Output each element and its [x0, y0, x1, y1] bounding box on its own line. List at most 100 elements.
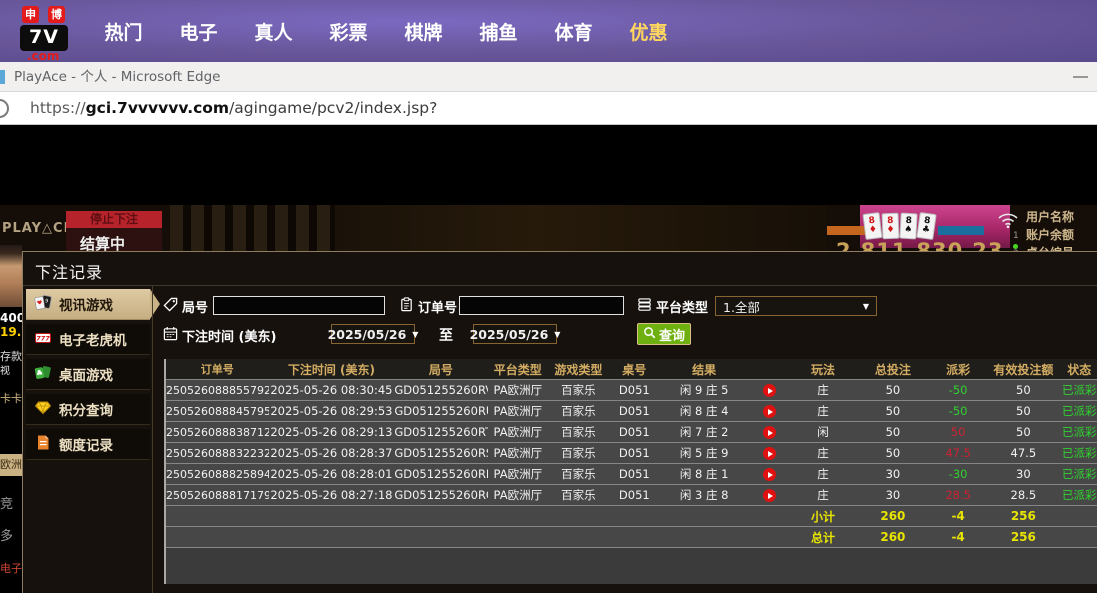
cell-valid_bet: 30	[986, 467, 1061, 481]
platform-type-label: 平台类型	[637, 297, 708, 316]
date-to-select[interactable]: 2025/05/26▼	[473, 324, 557, 344]
cell-game: 百家乐	[548, 466, 609, 482]
address-bar[interactable]: https://gci.7vvvvvv.com/agingame/pcv2/in…	[0, 92, 1097, 125]
cell-table: D051	[609, 446, 660, 460]
window-title: PlayAce - 个人 - Microsoft Edge	[14, 62, 221, 92]
calendar-icon	[163, 326, 178, 345]
bet-records-modal: 下注记录 9视讯游戏777电子老虎机桌面游戏积分查询额度记录 局号 订单号 平台…	[22, 251, 1097, 593]
replay-button[interactable]	[763, 384, 776, 397]
cell-total_bet: 260	[856, 509, 931, 523]
sidebar-item-1[interactable]: 9视讯游戏	[26, 289, 150, 320]
logo-7v: 7V	[20, 25, 68, 51]
logo-badge-shen: 申	[22, 6, 39, 23]
fragment-text-1: 竞	[0, 493, 13, 512]
search-button[interactable]: 查询	[637, 323, 691, 345]
replay-button[interactable]	[763, 468, 776, 481]
replay-button[interactable]	[763, 426, 776, 439]
cell-status: 已派彩	[1061, 403, 1097, 419]
tab-favicon	[0, 70, 5, 84]
round-number-label: 局号	[163, 297, 208, 316]
bet-time-label: 下注时间 (美东)	[163, 326, 276, 345]
chevron-down-icon: ▼	[554, 330, 560, 339]
nav-item-6[interactable]: 捕鱼	[461, 18, 536, 45]
cell-table: D051	[609, 467, 660, 481]
fragment-hall-1: 卡卡	[0, 390, 22, 406]
avatar	[0, 245, 22, 307]
cell-payout: -50	[930, 383, 986, 397]
orange-meter-bar	[827, 226, 869, 235]
sidebar-item-4[interactable]: 积分查询	[26, 394, 150, 425]
cell-payout: -50	[930, 404, 986, 418]
site-logo[interactable]: 申 博 7V .com	[20, 6, 80, 61]
sidebar-item-label: 电子老虎机	[59, 329, 127, 349]
round-number-input[interactable]	[213, 296, 385, 315]
nav-item-2[interactable]: 电子	[161, 18, 236, 45]
column-header: 局号	[394, 361, 487, 378]
cell-total_bet: 50	[856, 404, 931, 418]
cell-result: 闲 8 庄 4	[660, 403, 749, 419]
column-header: 结果	[660, 361, 749, 378]
title-divider	[23, 285, 1097, 286]
cell-bet_type: 庄	[790, 403, 855, 419]
column-header: 状态	[1061, 361, 1097, 378]
cell-game: 百家乐	[548, 382, 609, 398]
cards-icon: 9	[34, 294, 52, 315]
table-header-row: 订单号下注时间 (美东)局号平台类型游戏类型桌号结果玩法总投注派彩有效投注额状态	[166, 359, 1097, 380]
nav-item-4[interactable]: 彩票	[311, 18, 386, 45]
minimize-button[interactable]	[1073, 76, 1088, 78]
info-username: 用户名称	[1026, 208, 1074, 226]
gem-icon	[34, 399, 52, 420]
sidebar-item-label: 桌面游戏	[59, 364, 113, 384]
table-row: 2505260888322322025-05-26 08:28:37GD0512…	[166, 443, 1097, 464]
cell-round: GD051255260RT	[394, 425, 487, 439]
table-empty-area	[166, 548, 1097, 584]
clipboard-icon	[399, 297, 414, 316]
nav-item-8[interactable]: 优惠	[611, 18, 686, 45]
sidebar-item-2[interactable]: 777 电子老虎机	[26, 324, 150, 355]
platform-type-select[interactable]: 1.全部 ▼	[715, 296, 877, 316]
search-icon	[643, 326, 656, 343]
svg-text:777: 777	[36, 334, 50, 342]
cell-table: D051	[609, 488, 660, 502]
cell-table: D051	[609, 404, 660, 418]
cell-status: 已派彩	[1061, 445, 1097, 461]
nav-item-7[interactable]: 体育	[536, 18, 611, 45]
url-scheme: https://	[30, 99, 86, 117]
total-row: 总计260-4256	[166, 527, 1097, 548]
column-header: 总投注	[856, 361, 931, 378]
cell-valid_bet: 50	[986, 404, 1061, 418]
date-from-select[interactable]: 2025/05/26▼	[331, 324, 415, 344]
cell-play	[748, 383, 790, 397]
cell-time: 2025-05-26 08:29:13	[269, 425, 395, 439]
sidebar-item-5[interactable]: 额度记录	[26, 429, 150, 460]
replay-button[interactable]	[763, 489, 776, 502]
url-text[interactable]: https://gci.7vvvvvv.com/agingame/pcv2/in…	[30, 92, 437, 124]
nav-item-1[interactable]: 热门	[86, 18, 161, 45]
cell-play	[748, 404, 790, 418]
cell-platform: PA欧洲厅	[488, 487, 549, 503]
cell-result: 闲 3 庄 8	[660, 487, 749, 503]
column-header: 派彩	[930, 361, 986, 378]
sidebar-divider	[152, 286, 153, 593]
cell-result: 闲 9 庄 5	[660, 382, 749, 398]
playing-card: 8♦	[862, 212, 882, 240]
cell-valid_bet: 50	[986, 383, 1061, 397]
cell-payout: -4	[930, 530, 986, 544]
nav-item-5[interactable]: 棋牌	[386, 18, 461, 45]
nav-item-3[interactable]: 真人	[236, 18, 311, 45]
order-number-input[interactable]	[459, 296, 624, 315]
sidebar-item-3[interactable]: 桌面游戏	[26, 359, 150, 390]
cell-platform: PA欧洲厅	[488, 424, 549, 440]
chevron-down-icon: ▼	[863, 302, 869, 311]
column-header: 游戏类型	[548, 361, 609, 378]
table-row: 2505260888457952025-05-26 08:29:53GD0512…	[166, 401, 1097, 422]
cell-valid_bet: 28.5	[986, 488, 1061, 502]
fragment-balance: 4003	[0, 311, 22, 325]
tag-icon	[163, 297, 178, 316]
cell-status: 已派彩	[1061, 424, 1097, 440]
replay-button[interactable]	[763, 447, 776, 460]
replay-button[interactable]	[763, 405, 776, 418]
reload-icon[interactable]	[0, 99, 9, 118]
info-balance: 账户余额	[1026, 226, 1074, 244]
cell-platform: PA欧洲厅	[488, 403, 549, 419]
